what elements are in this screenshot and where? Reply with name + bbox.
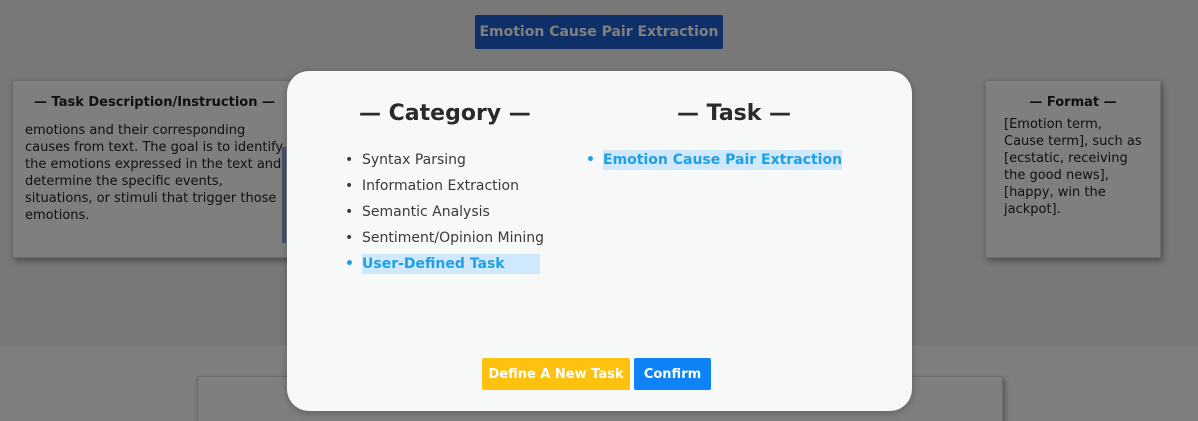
category-item[interactable]: • Syntax Parsing [343, 147, 543, 173]
category-label: Sentiment/Opinion Mining [362, 230, 545, 246]
category-label: Semantic Analysis [362, 204, 490, 220]
category-heading: — Category — [359, 101, 531, 126]
task-heading: — Task — [677, 101, 792, 126]
category-item[interactable]: • Semantic Analysis [343, 199, 543, 225]
task-list: • Emotion Cause Pair Extraction [584, 147, 843, 173]
category-list: • Syntax Parsing • Information Extraction … [343, 147, 545, 277]
bullet-icon: • [586, 152, 595, 168]
category-item[interactable]: • Information Extraction [343, 173, 543, 199]
bullet-icon: • [345, 178, 354, 194]
task-label: Emotion Cause Pair Extraction [603, 150, 843, 170]
define-new-task-button[interactable]: Define A New Task [482, 358, 630, 390]
category-item[interactable]: • Sentiment/Opinion Mining [343, 225, 545, 251]
category-item-selected[interactable]: • User-Defined Task [343, 251, 543, 277]
bullet-icon: • [345, 230, 354, 246]
bullet-icon: • [345, 152, 354, 168]
task-item-selected[interactable]: • Emotion Cause Pair Extraction [584, 147, 843, 173]
category-label: Information Extraction [362, 178, 519, 194]
bullet-icon: • [345, 204, 354, 220]
task-selection-modal: — Category — — Task — • Syntax Parsing • I… [287, 71, 912, 411]
category-label: User-Defined Task [362, 254, 540, 274]
confirm-button[interactable]: Confirm [634, 358, 711, 390]
bullet-icon: • [345, 256, 354, 272]
category-label: Syntax Parsing [362, 152, 466, 168]
